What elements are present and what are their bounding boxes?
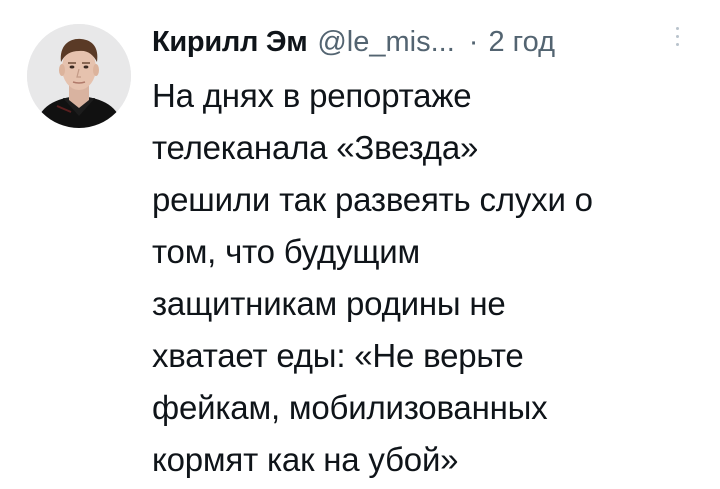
tweet-text-line: телеканала «Звезда» [152,129,479,166]
tweet-timestamp[interactable]: 2 год [488,20,555,64]
tweet-text-line: защитникам родины не [152,285,506,322]
avatar[interactable] [27,24,131,128]
tweet-text-line: На днях в репортаже [152,77,472,114]
tweet-text-line: решили так развеять слухи о [152,181,593,218]
tweet-text-line: кормят как на убой» [152,441,459,478]
author-name[interactable]: Кирилл Эм [152,20,308,64]
tweet-text-line: фейкам, мобилизованных [152,389,548,426]
avatar-photo [27,24,131,128]
tweet[interactable]: Кирилл Эм @le_mis... · 2 год На днях в р… [0,0,720,489]
tweet-text: На днях в репортаже телеканала «Звезда» … [152,70,692,486]
tweet-text-line: том, что будущим [152,233,420,270]
tweet-header: Кирилл Эм @le_mis... · 2 год [152,20,680,64]
header-separator: · [468,26,479,58]
tweet-text-line: хватает еды: «Не верьте [152,337,524,374]
ellipsis-vertical-icon[interactable] [672,22,682,62]
author-handle[interactable]: @le_mis... [317,20,454,64]
